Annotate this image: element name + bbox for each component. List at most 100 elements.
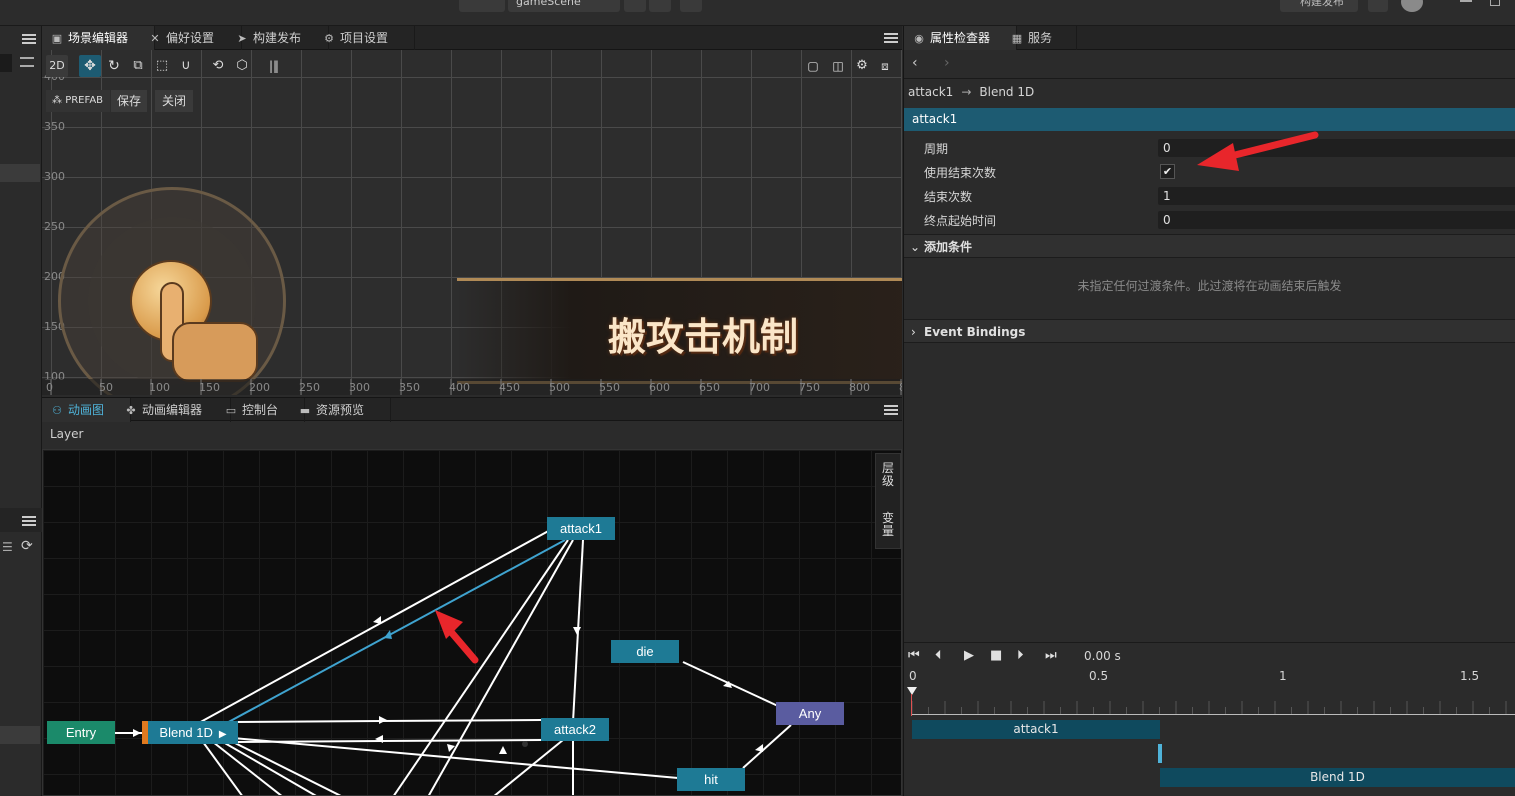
menu-icon[interactable] (884, 405, 898, 415)
list-icon[interactable]: ☰ (2, 540, 13, 554)
animation-graph-canvas[interactable]: attack1 die Any Entry Blend 1D ▶ attack2 … (42, 449, 902, 796)
state-node-attack1[interactable]: attack1 (547, 517, 615, 540)
menu-icon[interactable] (22, 34, 36, 44)
menu-icon[interactable] (884, 33, 898, 43)
state-node-attack2[interactable]: attack2 (541, 718, 609, 741)
rotate-tool-icon[interactable]: ↻ (104, 55, 124, 77)
x-tick: 100 (149, 381, 170, 394)
timeline-ruler (911, 701, 1507, 714)
stop-icon[interactable]: ■ (990, 648, 1002, 663)
transition-lines (113, 522, 792, 796)
build-publish-button[interactable]: 构建发布 (1280, 0, 1358, 12)
help-icon[interactable] (1401, 0, 1423, 12)
tab-project-settings[interactable]: ⚙ 项目设置 (314, 26, 415, 50)
tab-inspector[interactable]: ◉ 属性检查器 (904, 26, 1017, 50)
play-icon[interactable]: ▶ (964, 648, 974, 663)
step-forward-icon[interactable]: ⏵ (1017, 648, 1024, 663)
x-tick: 700 (749, 381, 770, 394)
list-icon[interactable] (20, 57, 34, 67)
use-exit-times-checkbox[interactable]: ✔ (1160, 164, 1175, 179)
scene-select[interactable]: gameScene (508, 0, 620, 12)
transition-handle[interactable] (1158, 744, 1162, 763)
tab-label: 控制台 (242, 403, 279, 417)
forward-arrow-icon[interactable]: › (944, 55, 950, 71)
destination-start-input[interactable]: 0 (1158, 211, 1515, 229)
preview-icon[interactable]: ⧈ (875, 55, 895, 77)
running-icon: ✤ (126, 404, 136, 417)
rect-tool-icon[interactable]: ⬚ (152, 55, 172, 77)
scale-tool-icon[interactable]: ⧉ (128, 55, 148, 77)
move-tool-icon[interactable]: ✥ (79, 55, 101, 77)
tab-scene-editor[interactable]: ▣ 场景编辑器 (42, 26, 155, 50)
breadcrumb-from: attack1 (908, 85, 954, 99)
x-tick: 600 (649, 381, 670, 394)
track-destination-bar[interactable]: Blend 1D (1160, 768, 1515, 787)
transition-line[interactable] (232, 719, 542, 723)
transition-line[interactable] (232, 741, 343, 796)
filter-input[interactable] (0, 54, 12, 72)
arrow-icon (499, 746, 507, 754)
track-source-bar[interactable]: attack1 (912, 720, 1160, 739)
transition-line[interactable] (682, 661, 779, 707)
snap-tool-icon[interactable]: ∪ (176, 55, 196, 77)
timeline-tick: 0 (909, 669, 917, 683)
local-coord-icon[interactable]: ⟲ (208, 55, 228, 77)
menu-icon[interactable] (22, 516, 36, 526)
x-tick: 50 (99, 381, 113, 394)
skip-start-icon[interactable]: ⏮ (908, 648, 920, 663)
resolution-icon[interactable]: ▢ (803, 55, 823, 77)
mode-2d-button[interactable]: 2D (46, 55, 68, 77)
transition-line[interactable] (232, 737, 679, 779)
transition-line[interactable] (185, 522, 564, 731)
scene-icon: ▣ (51, 32, 63, 45)
minimize-icon[interactable] (1460, 0, 1472, 2)
prefab-icon: ⁂ (52, 95, 66, 106)
state-node-blend-1d[interactable]: Blend 1D ▶ (142, 721, 238, 744)
align-icon[interactable]: |‖ (262, 55, 286, 77)
restore-icon[interactable] (1490, 0, 1500, 6)
prefab-close-button[interactable]: 关闭 (155, 90, 193, 112)
gear-icon[interactable]: ⚙ (852, 55, 872, 77)
engine-menu-button[interactable] (459, 0, 505, 12)
tab-asset-preview[interactable]: ▬ 资源预览 (290, 398, 391, 422)
node-label: Any (798, 706, 822, 721)
selected-row[interactable] (0, 164, 40, 182)
selected-transition-line[interactable] (222, 539, 566, 726)
side-tab-variables[interactable]: 变量 (882, 512, 896, 538)
x-tick: 150 (199, 381, 220, 394)
back-arrow-icon[interactable]: ‹ (912, 55, 918, 71)
refresh-button[interactable] (649, 0, 671, 12)
track-label: attack1 (1013, 722, 1059, 736)
side-tab-hierarchy[interactable]: 层级 (882, 462, 896, 488)
prop-label-exit-times: 结束次数 (924, 190, 973, 204)
x-tick: 650 (699, 381, 720, 394)
tab-services[interactable]: ▦ 服务 (1002, 26, 1077, 50)
state-node-hit[interactable]: hit (677, 768, 745, 791)
event-bindings-section[interactable]: › Event Bindings (904, 319, 1515, 343)
camera-icon[interactable]: ◫ (828, 55, 848, 77)
exit-times-input[interactable]: 1 (1158, 187, 1515, 205)
tab-animation-editor[interactable]: ✤ 动画编辑器 (116, 398, 231, 422)
layout-button[interactable] (680, 0, 702, 12)
tab-label: 项目设置 (340, 31, 389, 45)
step-back-icon[interactable]: ⏴ (935, 648, 942, 663)
timeline-tick: 0.5 (1089, 669, 1109, 683)
tab-label: 构建发布 (253, 31, 302, 45)
breadcrumb: attack1 → Blend 1D (908, 85, 1034, 99)
refresh-icon[interactable]: ⟳ (21, 538, 33, 554)
y-tick: 300 (44, 170, 65, 183)
transition-line[interactable] (742, 724, 792, 769)
state-node-any[interactable]: Any (776, 702, 844, 725)
playhead-icon[interactable] (907, 687, 917, 695)
section-title: Event Bindings (924, 325, 1026, 339)
state-node-entry[interactable]: Entry (47, 721, 115, 744)
skip-end-icon[interactable]: ⏭ (1045, 648, 1057, 663)
add-conditions-section[interactable]: ⌄ 添加条件 (904, 234, 1515, 258)
play-button[interactable] (624, 0, 646, 12)
prefab-save-button[interactable]: 保存 (111, 90, 147, 112)
selected-row[interactable] (0, 726, 40, 744)
grid-icon: ▦ (1011, 32, 1023, 45)
state-node-die[interactable]: die (611, 640, 679, 663)
pivot-icon[interactable]: ⬡ (232, 55, 252, 77)
folder-icon[interactable] (1368, 0, 1388, 12)
